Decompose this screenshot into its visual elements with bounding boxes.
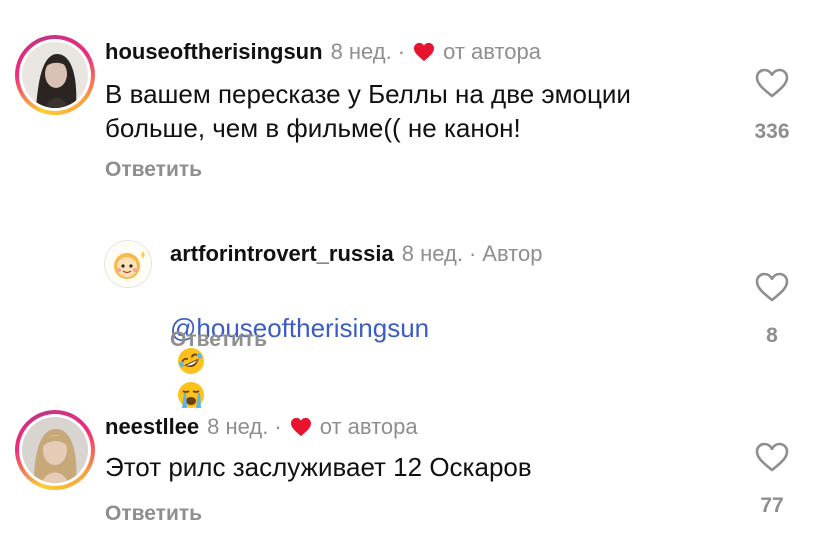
like-control [752, 67, 792, 99]
user-photo-icon [22, 417, 88, 483]
avatar[interactable] [15, 35, 95, 115]
comment-text: В вашем пересказе у Беллы на две эмоции … [105, 79, 631, 143]
username[interactable]: neestllee [105, 413, 199, 441]
like-heart-icon[interactable] [754, 441, 790, 473]
avatar[interactable] [104, 240, 152, 288]
avatar[interactable] [15, 410, 95, 490]
separator-dot: · [274, 414, 282, 439]
comment-text: Этот рилс заслуживает 12 Оскаров [105, 452, 532, 482]
liked-by-author-label: от автора [443, 39, 542, 64]
comment-meta: artforintrovert_russia 8 нед. · Автор [170, 240, 542, 268]
author-liked-heart-icon [414, 42, 435, 62]
author-label: Автор [482, 241, 543, 266]
like-count: 8 [766, 324, 778, 347]
username[interactable]: artforintrovert_russia [170, 240, 394, 268]
reply-button[interactable]: Ответить [170, 327, 267, 353]
like-heart-icon[interactable] [754, 67, 790, 99]
author-liked-heart-icon [290, 417, 311, 437]
user-photo-icon [22, 42, 88, 108]
timestamp: 8 нед. [401, 241, 463, 266]
username[interactable]: houseoftherisingsun [105, 38, 323, 66]
liked-by-author-label: от автора [319, 414, 418, 439]
like-control [752, 441, 792, 473]
loudly-crying-face-icon [178, 382, 204, 408]
like-count: 77 [760, 494, 784, 517]
like-count: 336 [754, 120, 790, 143]
separator-dot: · [397, 39, 406, 64]
comment-meta: houseoftherisingsun 8 нед. · от автора [105, 38, 541, 66]
timestamp: 8 нед. [207, 414, 269, 439]
timestamp: 8 нед. [330, 39, 392, 64]
reply-button[interactable]: Ответить [105, 501, 202, 527]
cartoon-avatar-icon [105, 241, 151, 287]
like-heart-icon[interactable] [754, 271, 790, 303]
separator-dot: · [468, 241, 477, 266]
comment-meta: neestllee 8 нед. · от автора [105, 413, 418, 441]
like-control [752, 271, 792, 303]
reply-button[interactable]: Ответить [105, 157, 202, 183]
